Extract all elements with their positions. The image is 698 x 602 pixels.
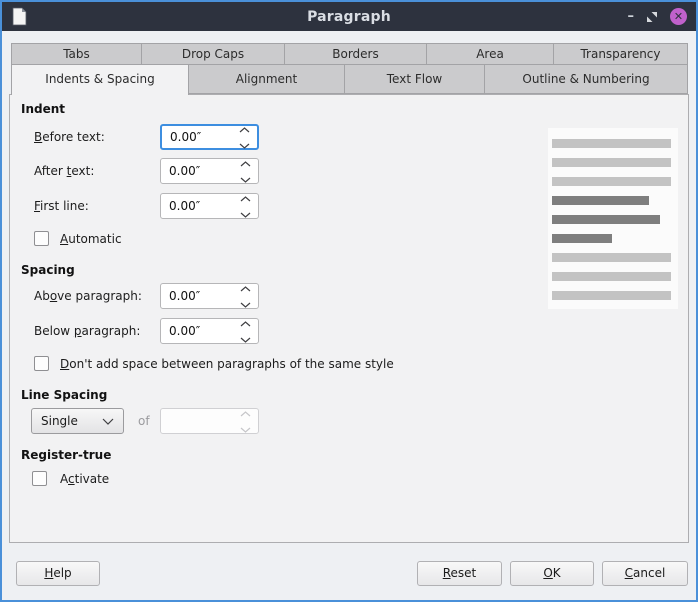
preview-area	[548, 128, 678, 309]
minimize-icon[interactable]: –	[628, 12, 635, 22]
tab-indents-and-spacing[interactable]: Indents & Spacing	[11, 64, 189, 95]
above-paragraph-value: 0.00″	[161, 289, 240, 303]
first-line-spinbox[interactable]: 0.00″	[160, 193, 259, 219]
tab-outline-and-numbering[interactable]: Outline & Numbering	[484, 64, 688, 94]
spin-up-icon[interactable]	[240, 191, 251, 205]
window-title: Paragraph	[2, 9, 696, 25]
preview-text-bar	[552, 158, 671, 167]
cancel-button[interactable]: Cancel	[602, 561, 688, 586]
spin-down-icon[interactable]	[240, 332, 251, 346]
document-icon	[12, 7, 27, 26]
automatic-checkbox[interactable]	[34, 231, 49, 246]
spin-up-icon[interactable]	[240, 281, 251, 295]
same-style-checkbox[interactable]	[34, 356, 49, 371]
line-spacing-dropdown[interactable]: Single	[31, 408, 124, 434]
tab-borders[interactable]: Borders	[284, 43, 427, 65]
activate-label[interactable]: Activate	[60, 471, 109, 487]
ok-button[interactable]: OK	[510, 561, 594, 586]
before-text-label: Before text:	[34, 124, 105, 150]
preview-text-bar	[552, 291, 671, 300]
paragraph-dialog: Paragraph – ✕ Tabs Drop Caps Borders Are…	[0, 0, 698, 602]
spin-up-icon[interactable]	[240, 316, 251, 330]
chevron-down-icon	[102, 414, 114, 428]
preview-text-bar	[552, 272, 671, 281]
register-true-heading: Register-true	[21, 448, 111, 462]
tab-text-flow[interactable]: Text Flow	[344, 64, 485, 94]
indent-heading: Indent	[21, 102, 65, 116]
below-paragraph-label: Below paragraph:	[34, 318, 140, 344]
preview-text-bar	[552, 177, 671, 186]
activate-checkbox[interactable]	[32, 471, 47, 486]
above-paragraph-spinbox[interactable]: 0.00″	[160, 283, 259, 309]
spacing-heading: Spacing	[21, 263, 75, 277]
tab-alignment[interactable]: Alignment	[188, 64, 345, 94]
preview-text-bar	[552, 234, 612, 243]
reset-button[interactable]: Reset	[417, 561, 502, 586]
preview-text-bar	[552, 253, 671, 262]
preview-text-bar	[552, 215, 660, 224]
below-paragraph-value: 0.00″	[161, 324, 240, 338]
titlebar[interactable]: Paragraph – ✕	[2, 2, 696, 31]
indents-and-spacing-page: Indent Before text: 0.00″ After text: 0.…	[9, 94, 689, 543]
after-text-value: 0.00″	[161, 164, 240, 178]
tab-tabs[interactable]: Tabs	[11, 43, 142, 65]
below-paragraph-spinbox[interactable]: 0.00″	[160, 318, 259, 344]
of-label: of	[138, 408, 150, 434]
first-line-label: First line:	[34, 193, 89, 219]
automatic-label[interactable]: Automatic	[60, 231, 122, 247]
preview-text-bar	[552, 139, 671, 148]
spin-down-icon[interactable]	[240, 207, 251, 221]
spin-up-icon[interactable]	[240, 156, 251, 170]
help-button[interactable]: Help	[16, 561, 100, 586]
spin-down-icon[interactable]	[240, 297, 251, 311]
after-text-spinbox[interactable]: 0.00″	[160, 158, 259, 184]
restore-icon[interactable]	[646, 11, 658, 23]
before-text-spinbox[interactable]: 0.00″	[160, 124, 259, 150]
spin-up-icon	[240, 406, 251, 420]
close-icon[interactable]: ✕	[670, 8, 687, 25]
before-text-value: 0.00″	[162, 130, 239, 144]
line-spacing-value: Single	[41, 414, 78, 428]
spin-down-icon[interactable]	[239, 138, 250, 152]
tab-drop-caps[interactable]: Drop Caps	[141, 43, 285, 65]
tab-area[interactable]: Area	[426, 43, 554, 65]
spin-down-icon	[240, 422, 251, 436]
tab-transparency[interactable]: Transparency	[553, 43, 688, 65]
after-text-label: After text:	[34, 158, 94, 184]
above-paragraph-label: Above paragraph:	[34, 283, 142, 309]
spin-up-icon[interactable]	[239, 122, 250, 136]
same-style-label[interactable]: Don't add space between paragraphs of th…	[60, 356, 394, 372]
line-spacing-heading: Line Spacing	[21, 388, 107, 402]
titlebar-controls: – ✕	[628, 2, 688, 31]
line-spacing-of-spinbox	[160, 408, 259, 434]
preview-text-bar	[552, 196, 649, 205]
spin-down-icon[interactable]	[240, 172, 251, 186]
first-line-value: 0.00″	[161, 199, 240, 213]
